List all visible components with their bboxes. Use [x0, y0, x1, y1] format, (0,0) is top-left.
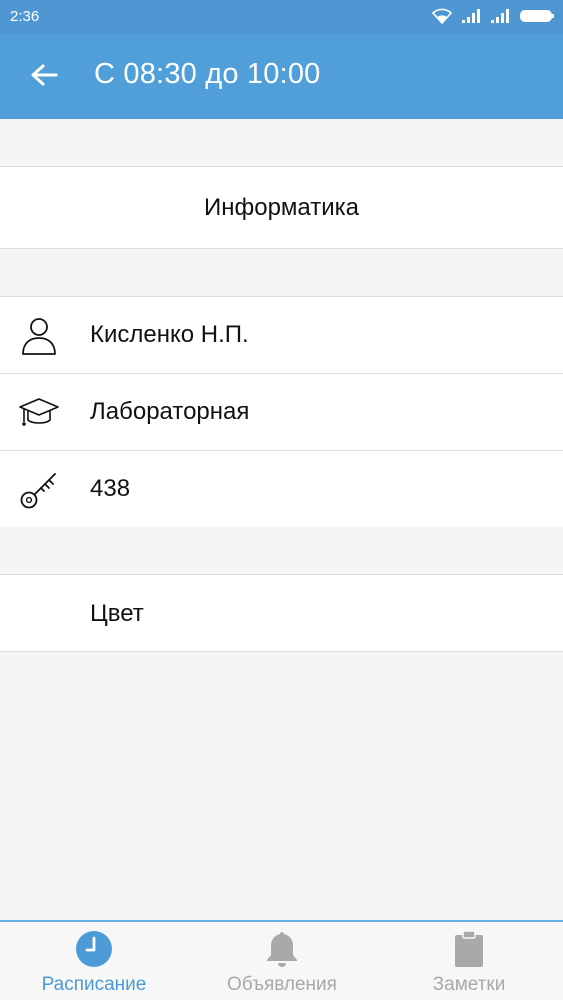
tab-notes-label: Заметки: [432, 974, 506, 995]
teacher-name: Кисленко Н.П.: [90, 321, 249, 348]
tab-announcements[interactable]: Объявления: [203, 922, 361, 1000]
clipboard-icon: [453, 930, 485, 968]
arrow-left-icon: [30, 63, 58, 92]
tab-schedule[interactable]: Расписание: [15, 922, 173, 1000]
page-title: С 08:30 до 10:00: [94, 58, 321, 90]
section-gap: [0, 249, 563, 296]
graduation-cap-icon: [18, 392, 60, 434]
bottom-navigation: Расписание Объявления Заметки: [0, 920, 563, 1000]
tab-notes[interactable]: Заметки: [390, 922, 548, 1000]
lesson-type: Лабораторная: [90, 398, 250, 425]
color-row[interactable]: Цвет: [0, 574, 563, 652]
app-bar: С 08:30 до 10:00: [0, 34, 563, 119]
wifi-icon: [431, 8, 453, 29]
tab-schedule-label: Расписание: [41, 974, 147, 995]
teacher-row[interactable]: Кисленко Н.П.: [0, 297, 563, 374]
tab-announcements-label: Объявления: [227, 974, 337, 995]
status-time: 2:36: [10, 8, 40, 25]
subject-title: Информатика: [203, 193, 360, 221]
subject-card[interactable]: Информатика: [0, 166, 563, 249]
bell-icon: [265, 930, 299, 968]
details-card: Кисленко Н.П. Лабораторная 438: [0, 296, 563, 528]
section-gap: [0, 119, 563, 166]
person-icon: [18, 315, 60, 357]
color-label: Цвет: [90, 600, 144, 627]
room-number: 438: [90, 475, 131, 502]
lesson-type-row[interactable]: Лабораторная: [0, 374, 563, 451]
key-icon: [18, 469, 60, 511]
section-gap: [0, 527, 563, 574]
signal-icon: [490, 8, 510, 29]
status-bar: 2:36: [0, 0, 563, 34]
room-row[interactable]: 438: [0, 451, 563, 528]
back-button[interactable]: [22, 57, 66, 97]
status-icons: [431, 8, 555, 29]
battery-icon: [519, 8, 555, 29]
signal-icon: [461, 8, 481, 29]
clock-icon: [75, 930, 113, 968]
